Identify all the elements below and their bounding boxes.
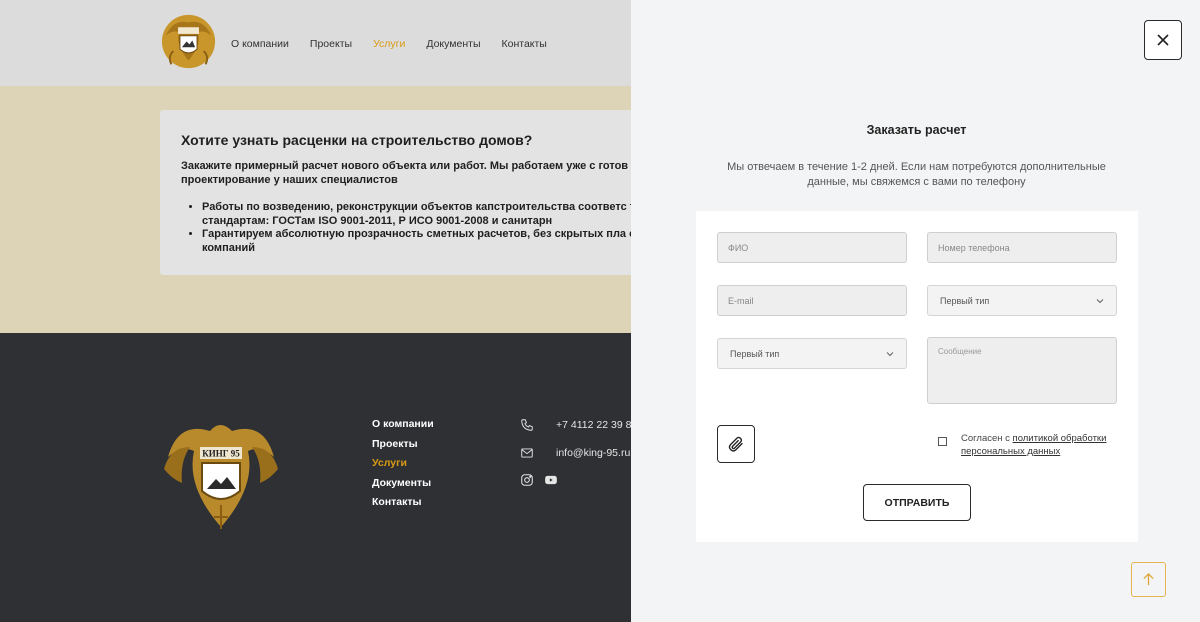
- consent-prefix: Согласен с: [961, 433, 1013, 444]
- nav-item-about[interactable]: О компании: [231, 38, 289, 50]
- close-button[interactable]: [1144, 20, 1182, 60]
- phone-field[interactable]: [927, 232, 1117, 263]
- order-form: Первый тип Первый тип Согласен с политик…: [696, 211, 1138, 542]
- chevron-down-icon: [886, 351, 894, 356]
- nav-item-documents[interactable]: Документы: [426, 38, 480, 50]
- consent-checkbox[interactable]: [938, 437, 947, 446]
- youtube-icon[interactable]: [544, 473, 558, 487]
- submit-button[interactable]: ОТПРАВИТЬ: [863, 484, 971, 521]
- footer-nav-about[interactable]: О компании: [372, 418, 434, 430]
- mail-icon: [521, 448, 533, 458]
- consent-text: Согласен с политикой обработки персональ…: [961, 432, 1121, 458]
- arrow-up-icon: [1143, 573, 1154, 586]
- nav-item-projects[interactable]: Проекты: [310, 38, 352, 50]
- type-select-2-value: Первый тип: [730, 348, 780, 359]
- type-select-2[interactable]: Первый тип: [717, 338, 907, 369]
- consent-block: Согласен с политикой обработки персональ…: [938, 432, 1121, 458]
- name-field[interactable]: [717, 232, 907, 263]
- phone-icon: [521, 419, 533, 431]
- chevron-down-icon: [1096, 298, 1104, 303]
- main-nav: О компании Проекты Услуги Документы Конт…: [231, 38, 547, 50]
- nav-item-contacts[interactable]: Контакты: [502, 38, 547, 50]
- email-field[interactable]: [717, 285, 907, 316]
- footer-nav-projects[interactable]: Проекты: [372, 438, 434, 450]
- nav-item-services[interactable]: Услуги: [373, 38, 405, 50]
- phone-row: +7 4112 22 39 81: [520, 417, 637, 433]
- social-links: [520, 473, 637, 487]
- footer-logo-text: КИНГ 95: [202, 449, 240, 459]
- scroll-to-top-button[interactable]: [1131, 562, 1166, 597]
- email-row: info@king-95.ru: [520, 445, 637, 461]
- footer-contacts: +7 4112 22 39 81 info@king-95.ru: [520, 417, 637, 487]
- email-address[interactable]: info@king-95.ru: [556, 447, 630, 459]
- message-field[interactable]: [927, 337, 1117, 404]
- close-icon: [1157, 34, 1169, 46]
- footer-nav-documents[interactable]: Документы: [372, 477, 434, 489]
- type-select-1-value: Первый тип: [940, 295, 990, 306]
- instagram-icon[interactable]: [520, 473, 534, 487]
- coat-of-arms-logo[interactable]: [160, 13, 217, 70]
- phone-number[interactable]: +7 4112 22 39 81: [556, 419, 637, 431]
- order-calculation-modal: Заказать расчет Мы отвечаем в течение 1-…: [631, 0, 1200, 622]
- modal-description: Мы отвечаем в течение 1-2 дней. Если нам…: [727, 161, 1106, 188]
- footer-nav: О компании Проекты Услуги Документы Конт…: [372, 418, 434, 508]
- attach-file-button[interactable]: [717, 425, 755, 463]
- type-select-1[interactable]: Первый тип: [927, 285, 1117, 316]
- paperclip-icon: [728, 436, 743, 452]
- footer-nav-services[interactable]: Услуги: [372, 457, 434, 469]
- footer-coat-of-arms-logo[interactable]: КИНГ 95: [160, 417, 282, 533]
- modal-title: Заказать расчет: [866, 123, 967, 137]
- footer-nav-contacts[interactable]: Контакты: [372, 496, 434, 508]
